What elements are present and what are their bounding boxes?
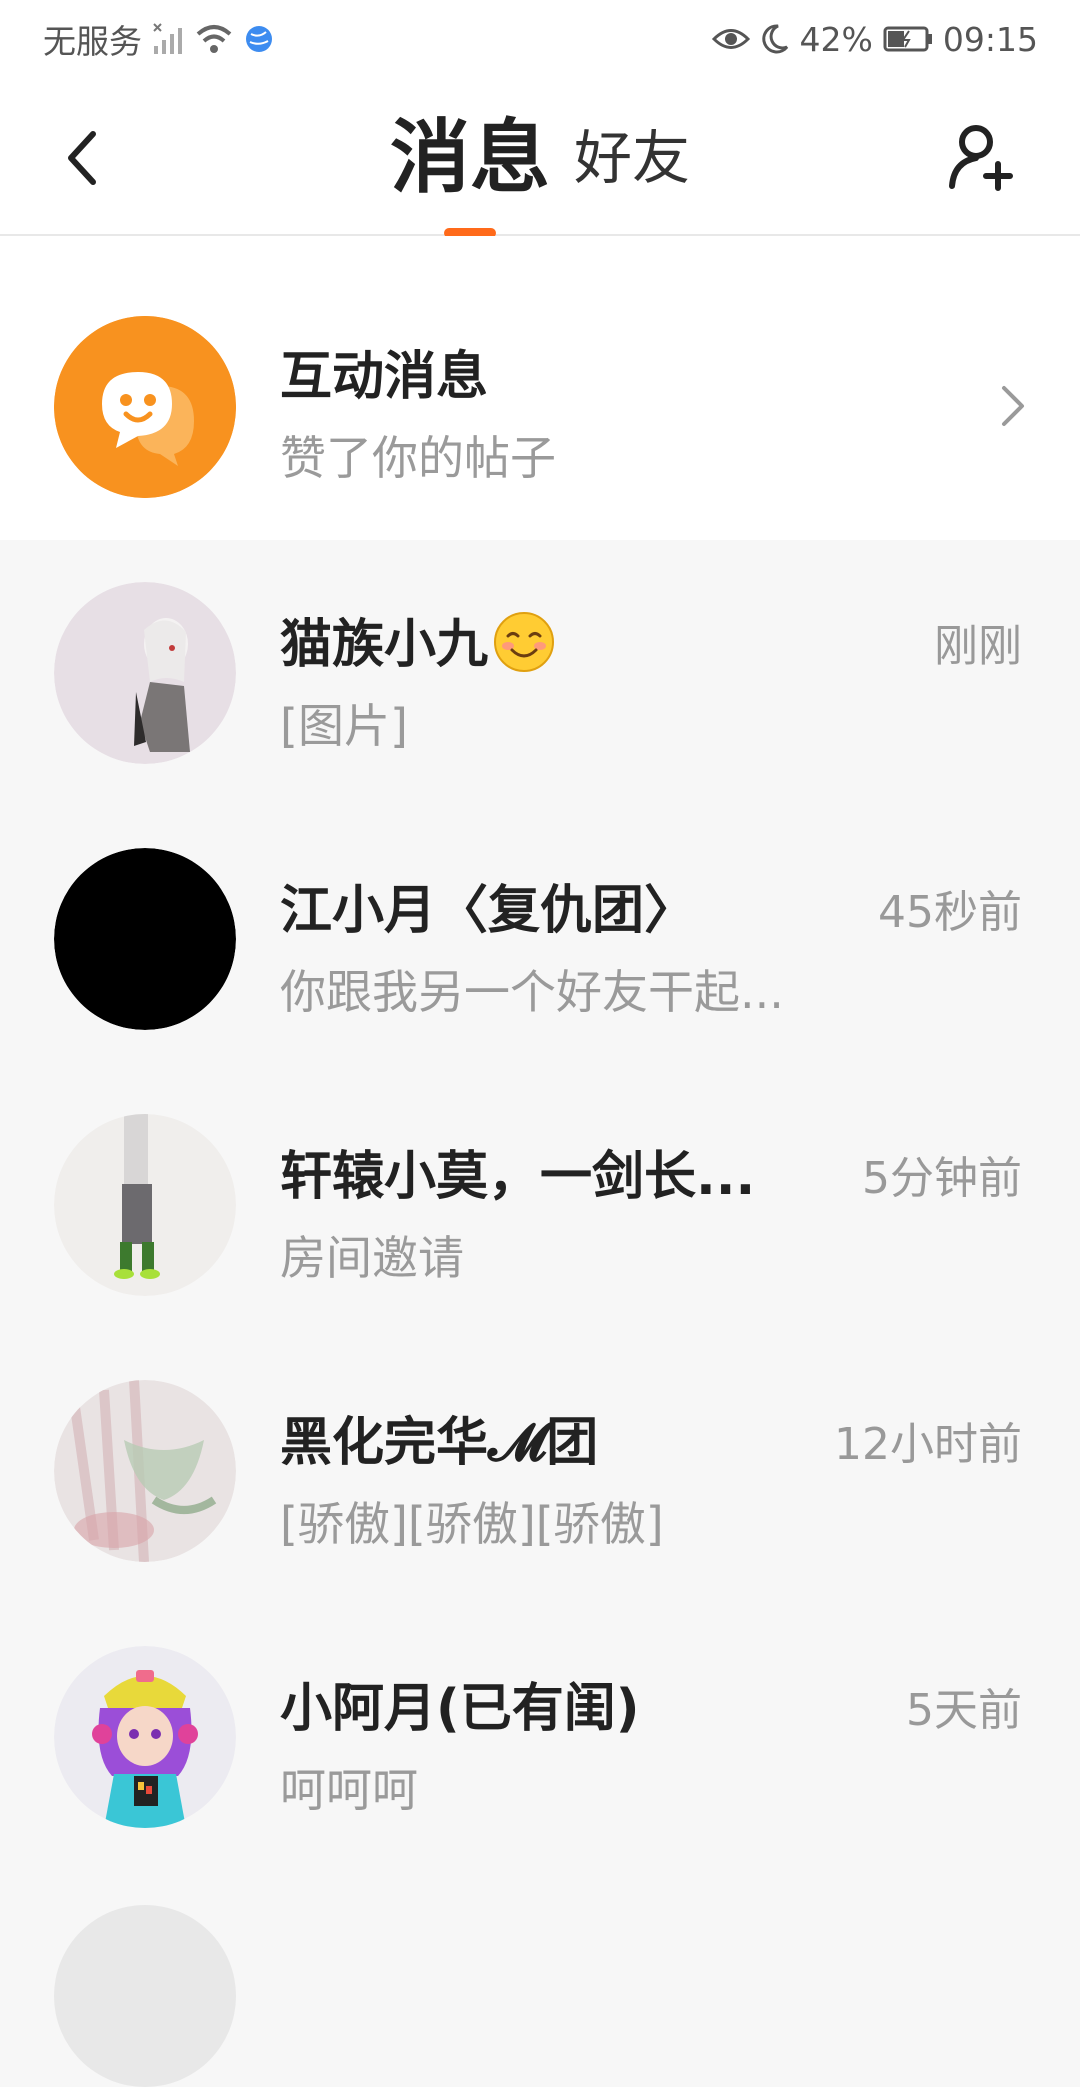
wifi-icon (194, 22, 234, 56)
smiling-face-emoji-icon (492, 610, 556, 687)
top-navigation: 消息 好友 (0, 80, 1080, 238)
anime-girl-avatar (54, 582, 236, 764)
character-avatar (54, 1114, 236, 1296)
carrier-text: 无服务 (43, 22, 142, 61)
chat-preview: 呵呵呵 (280, 1763, 418, 1817)
status-bar: 无服务 42% 09:15 (0, 0, 1080, 80)
tab-messages[interactable]: 消息 (378, 108, 562, 238)
chat-time: 5天前 (906, 1685, 1022, 1736)
chevron-right-icon (998, 384, 1028, 432)
battery-percent: 42% (799, 19, 873, 59)
chat-row[interactable]: 黑化完华𝓜团 [骄傲][骄傲][骄傲] 12小时前 (0, 1338, 1080, 1604)
chat-row[interactable]: 猫族小九 [图片] 刚刚 (0, 540, 1080, 806)
add-friend-icon (949, 125, 1013, 191)
purple-hair-girl-avatar (54, 1646, 236, 1828)
chat-time: 5分钟前 (862, 1153, 1022, 1204)
tab-friends-label: 好友 (573, 124, 690, 192)
status-left: 无服务 (43, 14, 274, 64)
interaction-avatar (54, 316, 236, 498)
chat-name: 江小月〈复仇团〉 (280, 881, 697, 941)
chat-preview: 你跟我另一个好友干起... (280, 965, 784, 1019)
chat-name: 小阿月(已有闺) (280, 1679, 640, 1739)
chat-time: 45秒前 (878, 887, 1022, 938)
status-right: 42% 09:15 (711, 14, 1038, 64)
tab-friends[interactable]: 好友 (562, 108, 702, 208)
chat-time: 刚刚 (934, 621, 1022, 672)
clock-text: 09:15 (942, 19, 1038, 59)
globe-icon (244, 24, 274, 54)
interaction-subtitle: 赞了你的帖子 (280, 431, 556, 485)
chat-name: 轩辕小莫，一剑长... (280, 1147, 756, 1207)
chat-bubble-smile-icon (54, 316, 236, 498)
chat-preview: 房间邀请 (280, 1231, 464, 1285)
eye-icon (711, 24, 750, 54)
chat-row[interactable]: 轩辕小莫，一剑长... 房间邀请 5分钟前 (0, 1072, 1080, 1338)
tab-bar: 消息 好友 (0, 108, 1080, 238)
faded-scene-avatar (54, 1380, 236, 1562)
chat-row[interactable]: 江小月〈复仇团〉 你跟我另一个好友干起... 45秒前 (0, 806, 1080, 1072)
chat-name: 黑化完华𝓜团 (280, 1413, 599, 1473)
interaction-messages-row[interactable]: 互动消息 赞了你的帖子 (0, 236, 1080, 540)
chat-row[interactable]: 小阿月(已有闺) 呵呵呵 5天前 (0, 1604, 1080, 1870)
black-avatar (54, 848, 236, 1030)
chat-time: 12小时前 (834, 1419, 1022, 1470)
partial-next-avatar (54, 1905, 236, 2087)
add-friend-button[interactable] (942, 116, 1022, 196)
chat-name: 猫族小九 (280, 602, 556, 687)
interaction-title: 互动消息 (280, 347, 489, 407)
chat-preview: [图片] (280, 699, 408, 753)
chat-name-text: 猫族小九 (280, 615, 489, 675)
chat-preview: [骄傲][骄傲][骄傲] (280, 1497, 664, 1551)
chat-list: 猫族小九 [图片] 刚刚 江小月〈复仇团〉 你跟我另一个好友干起... 45秒前 (0, 540, 1080, 1870)
moon-icon (760, 23, 790, 55)
signal-icon (152, 22, 184, 56)
tab-messages-label: 消息 (389, 111, 550, 204)
battery-icon (883, 25, 933, 53)
